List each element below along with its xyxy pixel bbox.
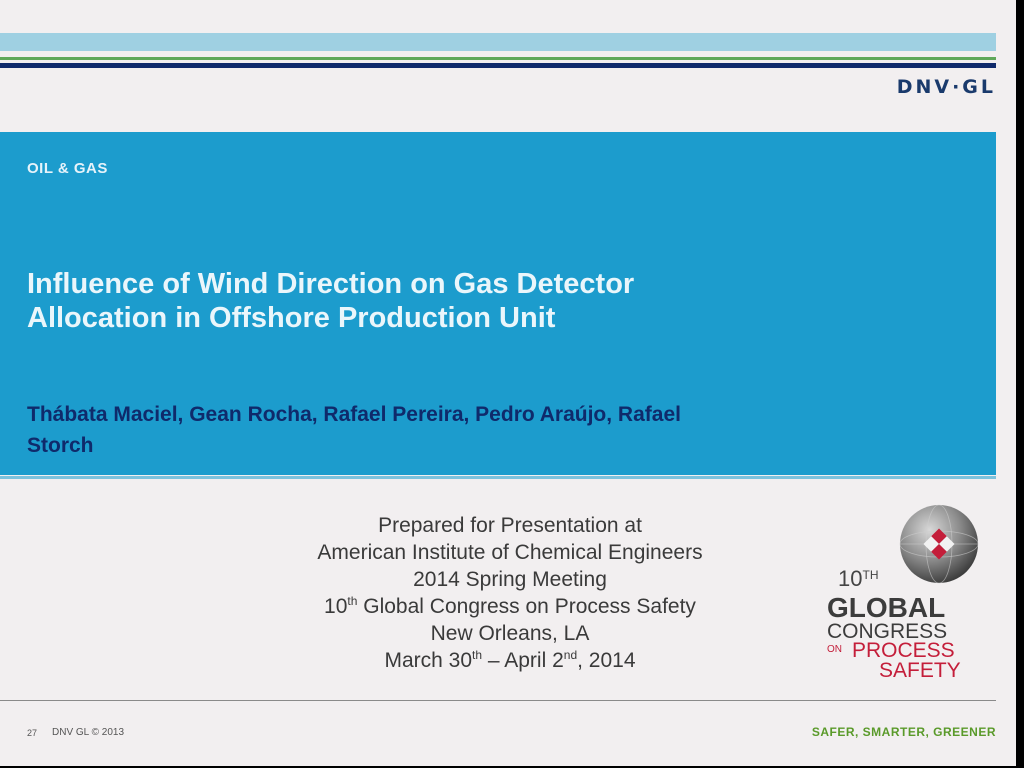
title-band-underline	[0, 476, 996, 479]
congress-number-suffix: th	[347, 594, 358, 608]
presentation-line-3: 2014 Spring Meeting	[413, 568, 607, 591]
logo-edition: 10TH	[838, 566, 878, 592]
conference-logo: 10TH GLOBAL CONGRESS ON PROCESS SAFETY	[818, 500, 998, 685]
date-end-suffix: nd	[563, 648, 578, 662]
dnv-gl-logo: DNV·GL	[896, 76, 996, 98]
congress-name: Global Congress on Process Safety	[357, 595, 696, 618]
presentation-line-5: New Orleans, LA	[430, 622, 590, 645]
header-stripe-green	[0, 57, 996, 60]
date-end: – April 2	[482, 649, 564, 672]
logo-edition-suffix: TH	[862, 568, 879, 582]
logo-word-safety: SAFETY	[879, 659, 961, 682]
tagline: SAFER, SMARTER, GREENER	[811, 725, 996, 739]
presentation-line-1: Prepared for Presentation at	[378, 514, 642, 537]
date-start: March 30	[384, 649, 473, 672]
presentation-info: Prepared for Presentation at American In…	[260, 512, 760, 674]
page-number: 27	[27, 728, 38, 738]
section-label: OIL & GAS	[27, 160, 108, 177]
congress-number: 10	[324, 595, 348, 618]
logo-word-on: ON	[827, 644, 842, 655]
presentation-line-2: American Institute of Chemical Engineers	[317, 541, 703, 564]
logo-edition-number: 10	[838, 566, 863, 591]
slide-title: Influence of Wind Direction on Gas Detec…	[27, 268, 635, 334]
footer-divider	[0, 700, 996, 701]
slide: DNV·GL OIL & GAS Influence of Wind Direc…	[0, 0, 1016, 766]
presentation-line-6: March 30th – April 2nd, 2014	[260, 647, 760, 674]
presentation-line-4: 10th Global Congress on Process Safety	[260, 593, 760, 620]
header-stripe-navy	[0, 63, 996, 68]
copyright: DNV GL © 2013	[52, 727, 125, 738]
globe-icon	[899, 504, 979, 584]
date-year: , 2014	[577, 649, 636, 672]
header-stripe-light	[0, 33, 996, 51]
authors: Thábata Maciel, Gean Rocha, Rafael Perei…	[27, 403, 681, 457]
date-start-suffix: th	[472, 648, 483, 662]
